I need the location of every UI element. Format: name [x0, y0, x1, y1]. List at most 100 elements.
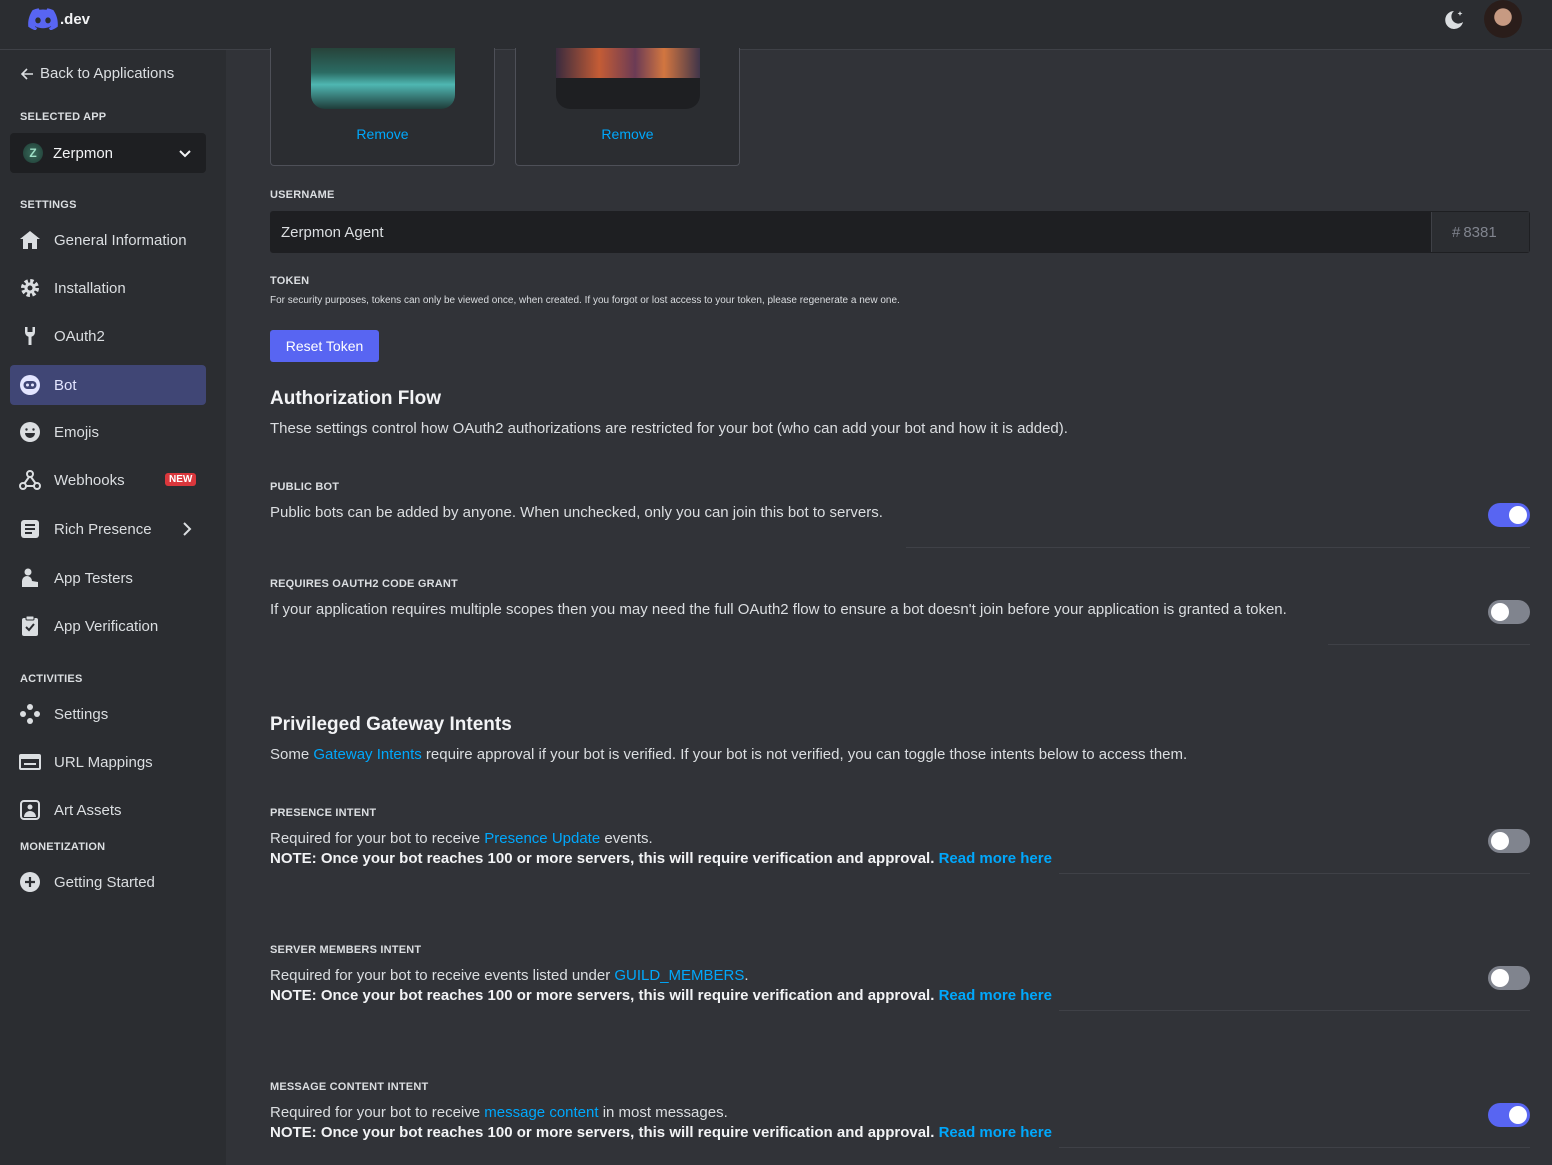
gear-icon [18, 276, 42, 300]
presence-intent-label: PRESENCE INTENT [270, 807, 377, 819]
sidebar-item-general-information[interactable]: General Information [10, 220, 206, 260]
sidebar-item-rich-presence[interactable]: Rich Presence [10, 509, 206, 549]
presence-desc-post: events. [600, 830, 653, 847]
sidebar-item-app-testers[interactable]: App Testers [10, 558, 206, 598]
sidebar-item-art-assets[interactable]: Art Assets [10, 790, 206, 830]
presence-intent-note: NOTE: Once your bot reaches 100 or more … [270, 850, 1052, 867]
intents-desc-post: require approval if your bot is verified… [421, 746, 1188, 763]
divider [1059, 873, 1530, 874]
discord-logo-icon [28, 8, 58, 30]
browser-icon [18, 750, 42, 774]
plus-circle-icon [18, 870, 42, 894]
remove-avatar-link[interactable]: Remove [271, 126, 494, 142]
app-selector-dropdown[interactable]: Z Zerpmon [10, 133, 206, 173]
avatar-image [311, 48, 455, 109]
sidebar-item-label: General Information [54, 231, 187, 249]
token-description: For security purposes, tokens can only b… [270, 295, 900, 306]
back-label: Back to Applications [40, 65, 175, 82]
message-content-intent-toggle[interactable] [1488, 1103, 1530, 1127]
divider [1328, 644, 1530, 645]
server-members-intent-toggle[interactable] [1488, 966, 1530, 990]
image-icon [18, 798, 42, 822]
app-name: Zerpmon [53, 144, 114, 162]
reset-token-button[interactable]: Reset Token [270, 330, 379, 362]
members-note-text: NOTE: Once your bot reaches 100 or more … [270, 987, 935, 1004]
theme-toggle-button[interactable] [1440, 8, 1468, 36]
message-read-more-link[interactable]: Read more here [939, 1124, 1052, 1141]
authorization-flow-description: These settings control how OAuth2 author… [270, 420, 1068, 437]
username-field: # 8381 [270, 211, 1530, 253]
intents-desc-pre: Some [270, 746, 314, 763]
divider [906, 547, 1530, 548]
token-label: TOKEN [270, 275, 310, 287]
message-content-intent-label: MESSAGE CONTENT INTENT [270, 1081, 429, 1093]
members-desc-post: . [744, 967, 749, 984]
sidebar-item-label: Getting Started [54, 873, 155, 891]
sidebar: Back to Applications SELECTED APP Z Zerp… [0, 50, 226, 1165]
avatar-image-card: Remove [270, 48, 495, 166]
guild-members-link[interactable]: GUILD_MEMBERS [614, 967, 744, 984]
public-bot-description: Public bots can be added by anyone. When… [270, 504, 883, 521]
sidebar-item-label: OAuth2 [54, 327, 105, 345]
public-bot-toggle[interactable] [1488, 503, 1530, 527]
presence-update-link[interactable]: Presence Update [484, 830, 600, 847]
settings-heading: SETTINGS [20, 199, 77, 211]
presence-intent-toggle[interactable] [1488, 829, 1530, 853]
chevron-right-icon [183, 522, 192, 536]
sidebar-item-label: Rich Presence [54, 520, 152, 538]
sidebar-item-url-mappings[interactable]: URL Mappings [10, 742, 206, 782]
presence-desc-pre: Required for your bot to receive [270, 830, 485, 847]
smiley-icon [18, 420, 42, 444]
discord-dev-logo[interactable]: .dev [28, 8, 90, 30]
server-members-intent-note: NOTE: Once your bot reaches 100 or more … [270, 987, 1052, 1004]
user-avatar[interactable] [1484, 0, 1522, 38]
home-icon [18, 228, 42, 252]
sidebar-item-label: Settings [54, 705, 109, 723]
sidebar-item-label: App Verification [54, 617, 159, 635]
members-read-more-link[interactable]: Read more here [939, 987, 1052, 1004]
sidebar-item-label: URL Mappings [54, 753, 153, 771]
document-icon [18, 517, 42, 541]
divider [1059, 1147, 1530, 1148]
message-content-link[interactable]: message content [484, 1104, 598, 1121]
message-content-intent-description: Required for your bot to receive message… [270, 1104, 728, 1121]
public-bot-label: PUBLIC BOT [270, 481, 340, 493]
chevron-down-icon [179, 150, 191, 158]
divider [1059, 1010, 1530, 1011]
intents-description: Some Gateway Intents require approval if… [270, 746, 1187, 763]
presence-read-more-link[interactable]: Read more here [939, 850, 1052, 867]
webhook-icon [18, 468, 42, 492]
sidebar-item-label: Art Assets [54, 801, 122, 819]
back-to-applications-link[interactable]: Back to Applications [20, 65, 174, 82]
sidebar-item-getting-started[interactable]: Getting Started [10, 862, 206, 902]
server-members-intent-label: SERVER MEMBERS INTENT [270, 944, 422, 956]
gateway-intents-link[interactable]: Gateway Intents [313, 746, 421, 763]
message-note-text: NOTE: Once your bot reaches 100 or more … [270, 1124, 935, 1141]
remove-banner-link[interactable]: Remove [516, 126, 739, 142]
intents-title: Privileged Gateway Intents [270, 714, 512, 735]
code-grant-toggle[interactable] [1488, 600, 1530, 624]
monetization-heading: MONETIZATION [20, 841, 106, 853]
logo-text: .dev [60, 10, 91, 28]
discriminator-hash: # [1452, 223, 1461, 241]
presence-intent-description: Required for your bot to receive Presenc… [270, 830, 653, 847]
robot-icon [18, 373, 42, 397]
wrench-icon [18, 324, 42, 348]
sidebar-item-bot[interactable]: Bot [10, 365, 206, 405]
arrow-left-icon [20, 67, 33, 80]
sidebar-item-label: App Testers [54, 569, 133, 587]
discriminator-value: 8381 [1463, 223, 1497, 241]
sidebar-item-emojis[interactable]: Emojis [10, 412, 206, 452]
authorization-flow-title: Authorization Flow [270, 388, 441, 409]
username-input[interactable] [271, 212, 1431, 252]
message-desc-post: in most messages. [598, 1104, 728, 1121]
sidebar-item-activity-settings[interactable]: Settings [10, 694, 206, 734]
sidebar-item-webhooks[interactable]: Webhooks NEW [10, 460, 206, 500]
sidebar-item-app-verification[interactable]: App Verification [10, 606, 206, 646]
main-content: Remove Remove USERNAME # 8381 TOKEN For … [226, 48, 1552, 1165]
person-icon [18, 566, 42, 590]
app-icon: Z [23, 143, 43, 163]
sidebar-item-label: Installation [54, 279, 126, 297]
sidebar-item-installation[interactable]: Installation [10, 268, 206, 308]
sidebar-item-oauth2[interactable]: OAuth2 [10, 316, 206, 356]
